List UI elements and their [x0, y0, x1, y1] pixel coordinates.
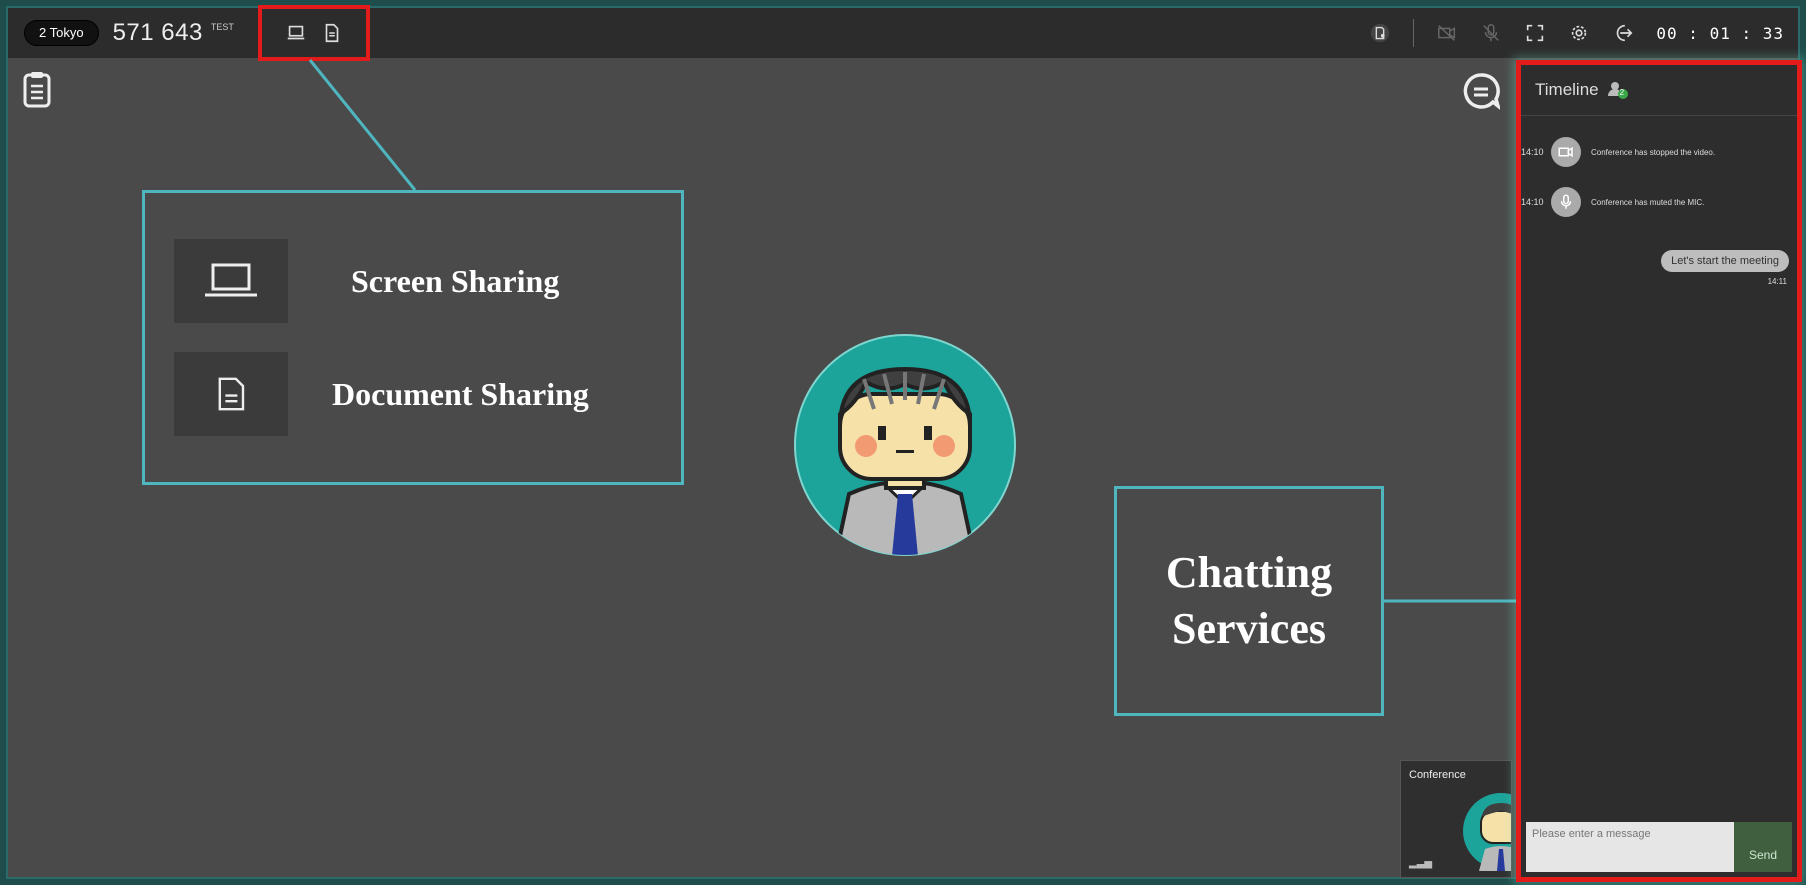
document-share-tile: [174, 352, 288, 436]
laptop-screen-icon: [205, 263, 257, 297]
mic-off-icon: [1551, 187, 1581, 217]
signal-strength-icon: ▂▃▅: [1409, 858, 1433, 869]
document-sharing-label: Document Sharing: [332, 376, 589, 412]
chat-message-time: 14:11: [1767, 277, 1787, 286]
chat-header: Timeline 2: [1521, 65, 1797, 116]
thumbnail-label: Conference: [1409, 769, 1466, 781]
screen-share-tile: [174, 239, 288, 323]
participant-count: 2: [1619, 88, 1625, 97]
participant-avatar: [794, 334, 1016, 556]
screen-sharing-label: Screen Sharing: [351, 263, 560, 299]
chat-callout: Chatting Services: [1114, 486, 1384, 716]
sharing-callout: Screen Sharing Document Sharing: [142, 190, 684, 485]
video-off-icon: [1551, 137, 1581, 167]
timeline-event: 14:10 Conference has stopped the video.: [1521, 137, 1715, 167]
timeline-event: 14:10 Conference has muted the MIC.: [1521, 187, 1704, 217]
send-button[interactable]: Send: [1734, 822, 1792, 872]
chat-message-input[interactable]: Please enter a message: [1526, 822, 1734, 872]
chat-title: Timeline: [1535, 80, 1599, 99]
event-text: Conference has stopped the video.: [1591, 147, 1716, 157]
chat-callout-line2: Services: [1172, 604, 1326, 653]
chat-callout-line1: Chatting: [1165, 548, 1333, 597]
chat-panel: Timeline 2 14:10 Conference has stopped …: [1516, 60, 1802, 882]
chat-message-bubble: Let's start the meeting: [1661, 250, 1789, 272]
event-text: Conference has muted the MIC.: [1591, 197, 1705, 207]
participants-icon[interactable]: 2: [1607, 80, 1629, 100]
conference-thumbnail[interactable]: Conference ▂▃▅: [1400, 760, 1512, 878]
event-time: 14:10: [1521, 147, 1544, 157]
chat-composer: Please enter a message Send: [1526, 822, 1792, 872]
document-icon: [218, 377, 245, 411]
event-time: 14:10: [1521, 197, 1544, 207]
thumbnail-avatar: [1463, 793, 1511, 871]
